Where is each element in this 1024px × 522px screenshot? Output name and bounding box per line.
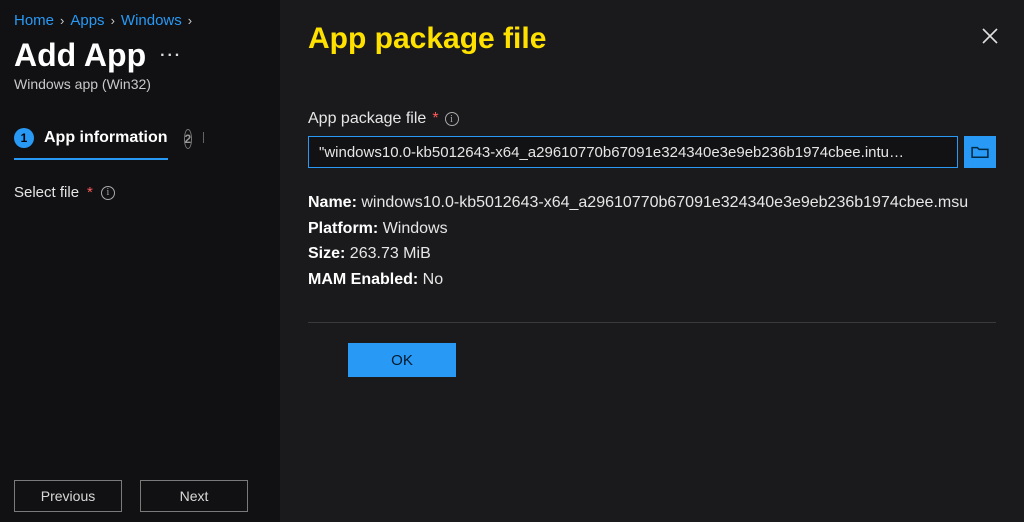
prop-platform-label: Platform: bbox=[308, 220, 378, 237]
prop-mam-value: No bbox=[423, 271, 443, 288]
prop-mam: MAM Enabled: No bbox=[308, 267, 996, 293]
tab-app-information[interactable]: 1 App information bbox=[14, 128, 168, 160]
info-icon[interactable]: i bbox=[101, 186, 115, 200]
chevron-right-icon: › bbox=[60, 13, 64, 28]
page-title: Add App ··· bbox=[14, 37, 266, 74]
prop-name-value: windows10.0-kb5012643-x64_a29610770b6709… bbox=[361, 194, 968, 211]
app-package-file-input[interactable]: "windows10.0-kb5012643-x64_a29610770b670… bbox=[308, 136, 958, 168]
breadcrumb: Home › Apps › Windows › bbox=[14, 12, 266, 29]
prop-size-value: 263.73 MiB bbox=[350, 245, 431, 262]
breadcrumb-apps[interactable]: Apps bbox=[70, 12, 104, 29]
select-file-row: Select file * i bbox=[14, 184, 266, 201]
file-field-label: App package file bbox=[308, 110, 426, 128]
select-file-label: Select file bbox=[14, 184, 79, 201]
tab-step-2[interactable]: 2 P bbox=[184, 129, 204, 159]
file-input-row: "windows10.0-kb5012643-x64_a29610770b670… bbox=[308, 136, 996, 168]
info-icon[interactable]: i bbox=[445, 112, 459, 126]
prop-platform: Platform: Windows bbox=[308, 216, 996, 242]
prop-name: Name: windows10.0-kb5012643-x64_a2961077… bbox=[308, 190, 996, 216]
app-package-file-dialog: App package file App package file * i "w… bbox=[280, 0, 1024, 522]
more-actions-button[interactable]: ··· bbox=[160, 47, 182, 65]
left-panel: Home › Apps › Windows › Add App ··· Wind… bbox=[0, 0, 280, 522]
previous-button[interactable]: Previous bbox=[14, 480, 122, 512]
chevron-right-icon: › bbox=[188, 13, 192, 28]
divider bbox=[308, 322, 996, 323]
chevron-right-icon: › bbox=[111, 13, 115, 28]
browse-button[interactable] bbox=[964, 136, 996, 168]
breadcrumb-windows[interactable]: Windows bbox=[121, 12, 182, 29]
next-button[interactable]: Next bbox=[140, 480, 248, 512]
step-2-badge: 2 bbox=[184, 129, 193, 149]
prop-mam-label: MAM Enabled: bbox=[308, 271, 418, 288]
prop-size: Size: 263.73 MiB bbox=[308, 241, 996, 267]
close-icon bbox=[980, 26, 1000, 46]
prop-size-label: Size: bbox=[308, 245, 345, 262]
prop-platform-value: Windows bbox=[383, 220, 448, 237]
step-1-badge: 1 bbox=[14, 128, 34, 148]
tab-label: P bbox=[202, 130, 203, 148]
wizard-nav-buttons: Previous Next bbox=[14, 480, 248, 512]
file-properties: Name: windows10.0-kb5012643-x64_a2961077… bbox=[308, 190, 996, 292]
prop-name-label: Name: bbox=[308, 194, 357, 211]
page-subtitle: Windows app (Win32) bbox=[14, 76, 266, 92]
required-star-icon: * bbox=[432, 110, 438, 128]
page-title-text: Add App bbox=[14, 37, 146, 74]
dialog-title: App package file bbox=[308, 22, 996, 56]
required-star-icon: * bbox=[87, 184, 93, 201]
file-field-label-row: App package file * i bbox=[308, 110, 996, 128]
wizard-tabs: 1 App information 2 P bbox=[14, 128, 266, 160]
ok-button[interactable]: OK bbox=[348, 343, 456, 377]
breadcrumb-home[interactable]: Home bbox=[14, 12, 54, 29]
folder-icon bbox=[971, 145, 989, 159]
close-button[interactable] bbox=[980, 26, 1000, 46]
tab-label: App information bbox=[44, 129, 168, 147]
